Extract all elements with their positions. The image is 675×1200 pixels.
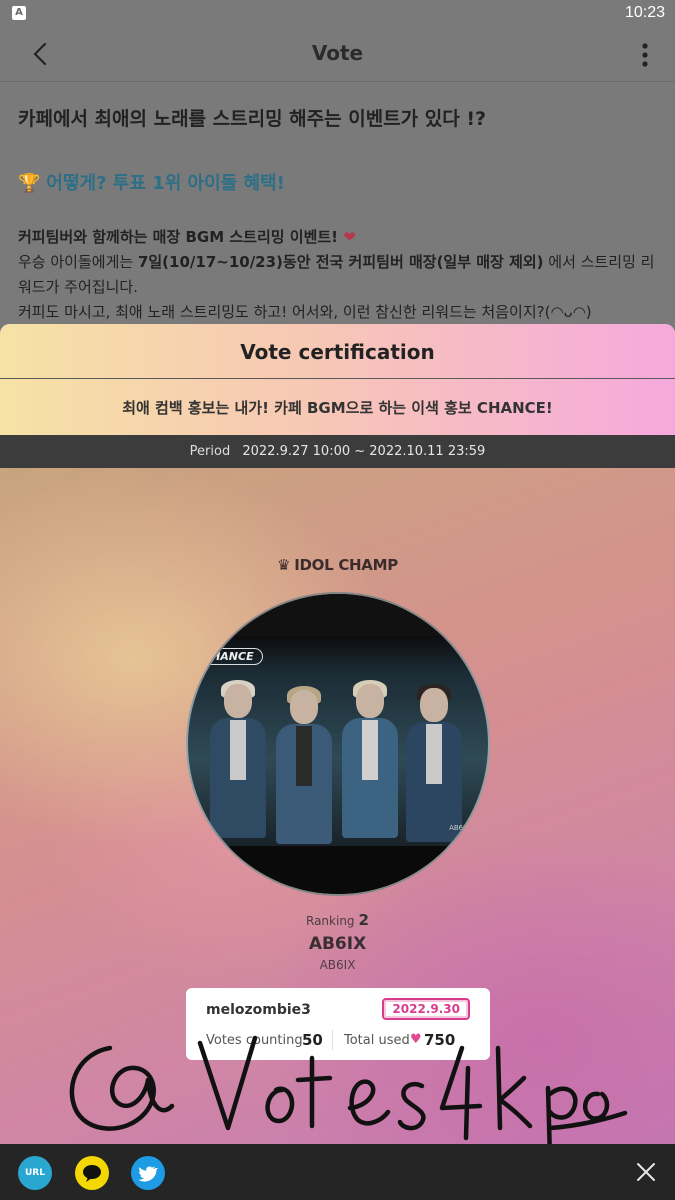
article-subheading: 🏆 어떻게? 투표 1위 아이돌 혜택! xyxy=(18,169,657,195)
ranking-label: Ranking xyxy=(306,914,355,928)
idol-subname: AB6IX xyxy=(319,958,356,972)
idol-name: AB6IX xyxy=(308,934,367,954)
idol-champ-logo: ♛ IDOL CHAMP xyxy=(0,556,675,574)
twitter-icon xyxy=(138,1166,158,1182)
paragraph-1-text: 커피팀버와 함께하는 매장 BGM 스트리밍 이벤트! xyxy=(18,228,339,246)
certificate-card: ♛ IDOL CHAMP CHANCE AB6IX Ranking 2 AB6IX … xyxy=(0,468,675,1144)
sheet-title: Vote certification xyxy=(240,340,435,364)
header-divider xyxy=(0,378,675,379)
member-figure xyxy=(406,684,462,842)
close-icon[interactable] xyxy=(635,1161,657,1183)
article-paragraph-1: 커피팀버와 함께하는 매장 BGM 스트리밍 이벤트! ❤ xyxy=(18,225,657,250)
kakaotalk-icon xyxy=(83,1165,101,1182)
ranking: Ranking 2 xyxy=(0,911,675,929)
url-share-button[interactable]: URL xyxy=(18,1156,52,1190)
page-title: Vote xyxy=(311,41,364,65)
vote-certification-sheet: Vote certification 최애 컴백 홍보는 내가! 카페 BGM으… xyxy=(0,324,675,1144)
paragraph-2-bold: 7일(10/17~10/23)동안 전국 커피팀버 매장(일부 매장 제외) xyxy=(137,253,544,271)
paragraph-2-pre: 우승 아이돌에게는 xyxy=(18,253,138,271)
logo-text: IDOL CHAMP xyxy=(294,556,398,574)
article-headline: 카페에서 최애의 노래를 스트리밍 해주는 이벤트가 있다 !? xyxy=(18,108,487,130)
member-figure xyxy=(342,680,398,838)
sheet-header: Vote certification 최애 컴백 홍보는 내가! 카페 BGM으… xyxy=(0,324,675,435)
twitter-share-button[interactable] xyxy=(131,1156,165,1190)
member-figure xyxy=(276,686,332,844)
period-value: 2022.9.27 10:00 ~ 2022.10.11 23:59 xyxy=(242,444,486,459)
idol-photo: CHANCE AB6IX xyxy=(186,592,490,896)
app-bar: Vote xyxy=(0,28,675,82)
photo-chance-tag: CHANCE xyxy=(194,648,263,665)
heart-icon: ❤ xyxy=(343,228,356,246)
sheet-subtitle: 최애 컴백 홍보는 내가! 카페 BGM으로 하는 이색 홍보 CHANCE! xyxy=(122,399,553,417)
kakaotalk-share-button[interactable] xyxy=(75,1156,109,1190)
share-bar: URL xyxy=(0,1144,675,1200)
notification-app-icon: A xyxy=(12,6,26,20)
more-vertical-icon[interactable] xyxy=(641,42,649,68)
article-paragraph-2: 우승 아이돌에게는 7일(10/17~10/23)동안 전국 커피팀버 매장(일… xyxy=(18,250,657,300)
photo-mark: AB6IX xyxy=(449,824,470,832)
url-icon: URL xyxy=(25,1168,45,1178)
handwritten-watermark xyxy=(69,1035,628,1144)
ranking-value: 2 xyxy=(358,911,369,929)
status-time: 10:23 xyxy=(624,4,665,21)
period-bar: Period 2022.9.27 10:00 ~ 2022.10.11 23:5… xyxy=(0,435,675,468)
crown-icon: ♛ xyxy=(277,556,291,574)
status-bar: A 10:23 xyxy=(0,0,675,28)
period-label: Period xyxy=(189,444,231,459)
subheading-text: 어떻게? 투표 1위 아이돌 혜택! xyxy=(46,173,285,194)
article-paragraph-3: 커피도 마시고, 최애 노래 스트리밍도 하고! 어서와, 이런 참신한 리워드… xyxy=(18,303,592,321)
member-figure xyxy=(210,680,266,838)
trophy-icon: 🏆 xyxy=(18,173,41,194)
article-content: 카페에서 최애의 노래를 스트리밍 해주는 이벤트가 있다 !? 🏆 어떻게? 투… xyxy=(0,82,675,342)
